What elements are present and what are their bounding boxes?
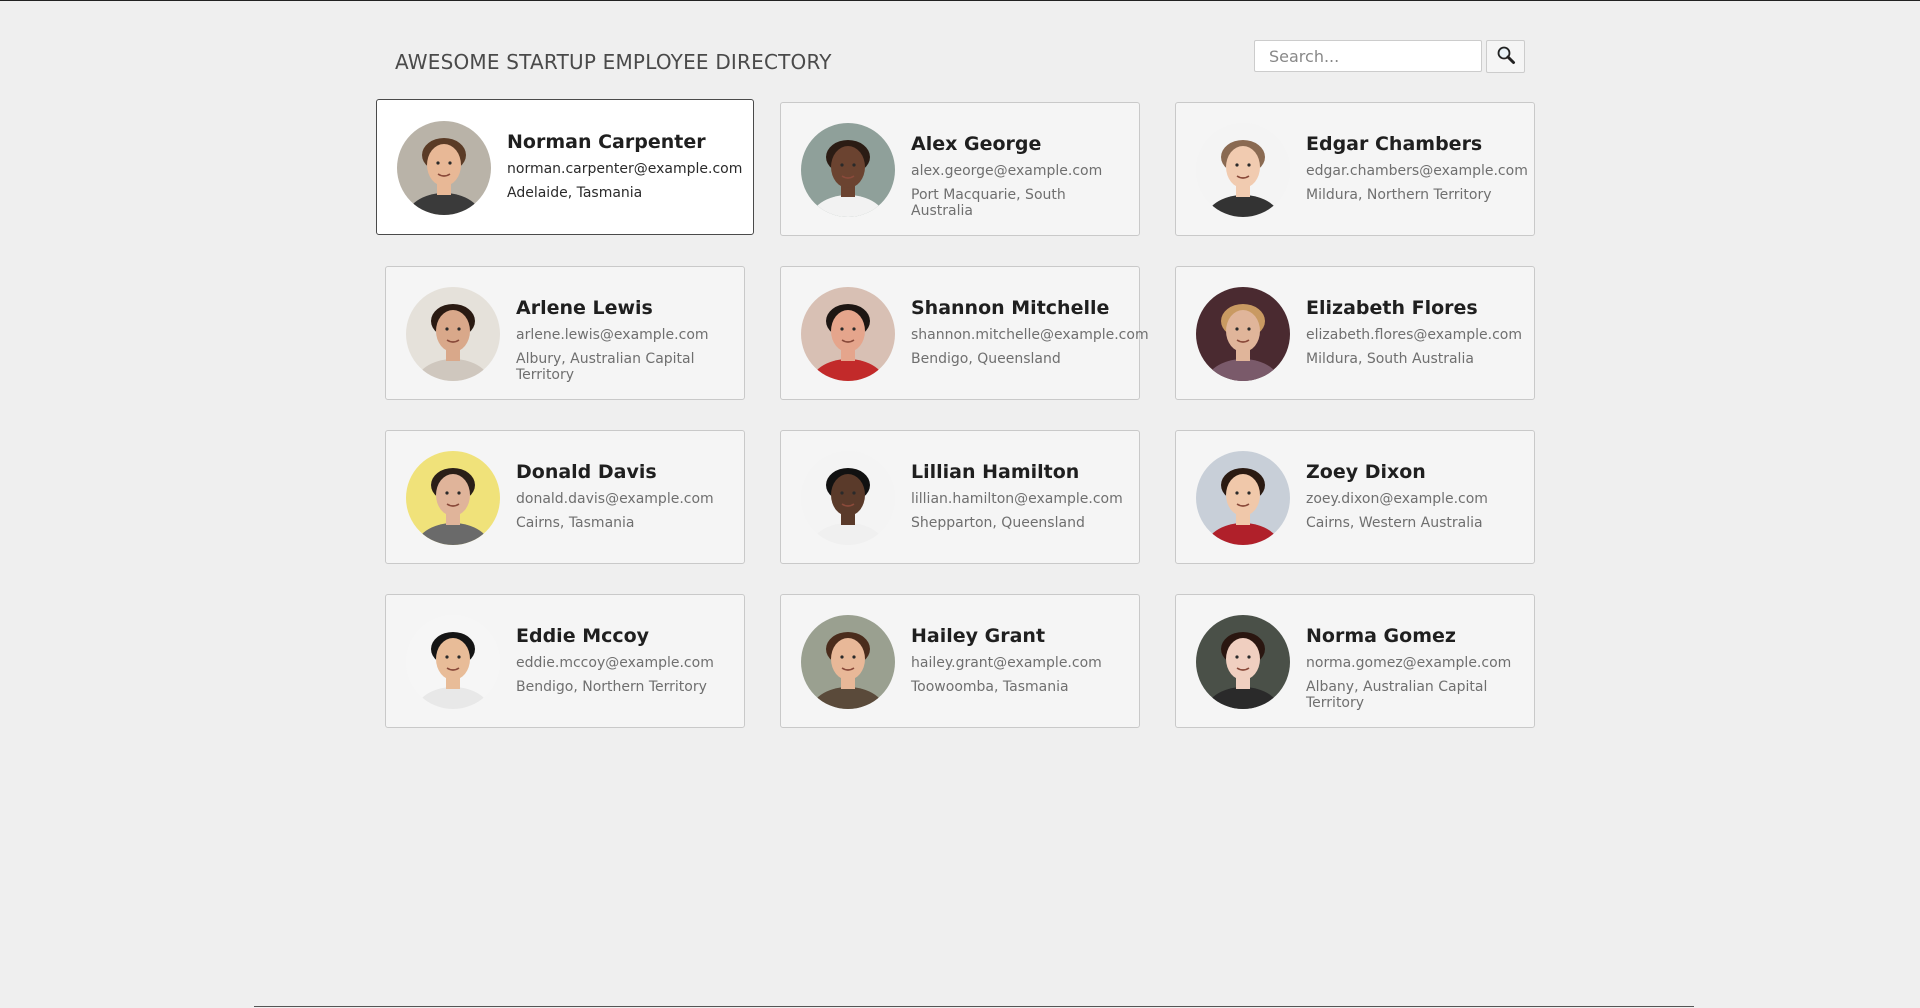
employee-card[interactable]: Hailey Grant hailey.grant@example.com To… (780, 594, 1140, 728)
avatar (406, 287, 500, 381)
employee-info: Hailey Grant hailey.grant@example.com To… (911, 615, 1102, 703)
employee-location: Mildura, South Australia (1306, 351, 1474, 367)
employee-name: Edgar Chambers (1306, 133, 1483, 155)
employee-email: eddie.mccoy@example.com (516, 655, 714, 671)
employee-location: Port Macquarie, South Australia (911, 187, 1066, 219)
employee-name: Arlene Lewis (516, 297, 653, 319)
employee-card[interactable]: Donald Davis donald.davis@example.com Ca… (385, 430, 745, 564)
avatar (1196, 451, 1290, 545)
employee-email: elizabeth.flores@example.com (1306, 327, 1522, 343)
employee-email: lillian.hamilton@example.com (911, 491, 1123, 507)
employee-name: Hailey Grant (911, 625, 1046, 647)
employee-name: Norman Carpenter (507, 131, 706, 153)
page-title: AWESOME STARTUP EMPLOYEE DIRECTORY (395, 50, 832, 74)
avatar (801, 615, 895, 709)
employee-email: hailey.grant@example.com (911, 655, 1102, 671)
search-form (1254, 40, 1525, 73)
employee-name: Donald Davis (516, 461, 657, 483)
employee-name: Alex George (911, 133, 1042, 155)
employee-card[interactable]: Elizabeth Flores elizabeth.flores@exampl… (1175, 266, 1535, 400)
employee-location: Cairns, Tasmania (516, 515, 635, 531)
avatar (406, 451, 500, 545)
employee-grid: Norman Carpenter norman.carpenter@exampl… (376, 99, 1535, 728)
employee-card[interactable]: Norma Gomez norma.gomez@example.com Alba… (1175, 594, 1535, 728)
employee-card[interactable]: Lillian Hamilton lillian.hamilton@exampl… (780, 430, 1140, 564)
employee-email: alex.george@example.com (911, 163, 1103, 179)
employee-info: Shannon Mitchelle shannon.mitchelle@exam… (911, 287, 1149, 375)
bottom-border (254, 1006, 1694, 1007)
employee-info: Lillian Hamilton lillian.hamilton@exampl… (911, 451, 1123, 539)
employee-location: Mildura, Northern Territory (1306, 187, 1492, 203)
employee-location: Toowoomba, Tasmania (911, 679, 1069, 695)
employee-info: Arlene Lewis arlene.lewis@example.com Al… (516, 287, 716, 391)
avatar (1196, 615, 1290, 709)
employee-card[interactable]: Eddie Mccoy eddie.mccoy@example.com Bend… (385, 594, 745, 728)
employee-name: Lillian Hamilton (911, 461, 1080, 483)
employee-info: Alex George alex.george@example.com Port… (911, 123, 1111, 227)
employee-location: Albany, Australian Capital Territory (1306, 679, 1488, 711)
employee-info: Eddie Mccoy eddie.mccoy@example.com Bend… (516, 615, 714, 703)
employee-email: edgar.chambers@example.com (1306, 163, 1528, 179)
employee-card[interactable]: Arlene Lewis arlene.lewis@example.com Al… (385, 266, 745, 400)
employee-name: Norma Gomez (1306, 625, 1456, 647)
avatar (801, 123, 895, 217)
search-button[interactable] (1486, 40, 1525, 73)
employee-email: shannon.mitchelle@example.com (911, 327, 1149, 343)
avatar (801, 287, 895, 381)
avatar (1196, 287, 1290, 381)
avatar (406, 615, 500, 709)
employee-info: Zoey Dixon zoey.dixon@example.com Cairns… (1306, 451, 1488, 539)
avatar (1196, 123, 1290, 217)
employee-card[interactable]: Alex George alex.george@example.com Port… (780, 102, 1140, 236)
employee-card[interactable]: Norman Carpenter norman.carpenter@exampl… (376, 99, 754, 235)
employee-location: Cairns, Western Australia (1306, 515, 1483, 531)
employee-email: norman.carpenter@example.com (507, 161, 743, 177)
employee-card[interactable]: Shannon Mitchelle shannon.mitchelle@exam… (780, 266, 1149, 400)
employee-email: donald.davis@example.com (516, 491, 714, 507)
page-header: AWESOME STARTUP EMPLOYEE DIRECTORY (395, 40, 1525, 84)
employee-name: Zoey Dixon (1306, 461, 1426, 483)
employee-info: Norman Carpenter norman.carpenter@exampl… (507, 121, 742, 209)
employee-card[interactable]: Edgar Chambers edgar.chambers@example.co… (1175, 102, 1535, 236)
employee-location: Adelaide, Tasmania (507, 185, 643, 201)
employee-name: Elizabeth Flores (1306, 297, 1478, 319)
employee-email: arlene.lewis@example.com (516, 327, 709, 343)
employee-location: Bendigo, Northern Territory (516, 679, 707, 695)
magnifier-icon (1496, 45, 1516, 68)
employee-info: Elizabeth Flores elizabeth.flores@exampl… (1306, 287, 1522, 375)
employee-info: Norma Gomez norma.gomez@example.com Alba… (1306, 615, 1511, 719)
employee-location: Albury, Australian Capital Territory (516, 351, 695, 383)
avatar (397, 121, 491, 215)
top-border (0, 0, 1920, 1)
search-input[interactable] (1254, 40, 1482, 72)
employee-email: norma.gomez@example.com (1306, 655, 1512, 671)
employee-name: Shannon Mitchelle (911, 297, 1110, 319)
employee-name: Eddie Mccoy (516, 625, 650, 647)
avatar (801, 451, 895, 545)
employee-email: zoey.dixon@example.com (1306, 491, 1488, 507)
employee-card[interactable]: Zoey Dixon zoey.dixon@example.com Cairns… (1175, 430, 1535, 564)
employee-location: Shepparton, Queensland (911, 515, 1085, 531)
employee-info: Donald Davis donald.davis@example.com Ca… (516, 451, 714, 539)
employee-location: Bendigo, Queensland (911, 351, 1061, 367)
employee-info: Edgar Chambers edgar.chambers@example.co… (1306, 123, 1528, 211)
